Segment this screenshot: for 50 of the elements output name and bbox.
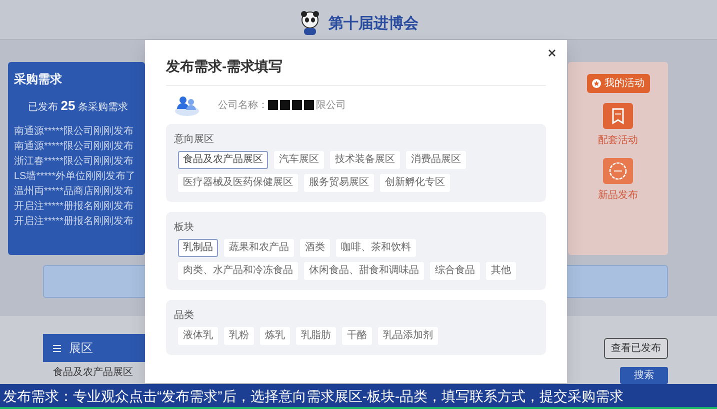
option-tag[interactable]: 乳制品 [178, 239, 218, 257]
my-activities-button[interactable]: 我的活动 [586, 74, 650, 93]
option-tag[interactable]: 乳脂肪 [296, 327, 336, 345]
demand-item[interactable]: LS墙*****外单位刚刚发布了 [14, 168, 139, 184]
demand-item[interactable]: 浙江春*****限公司刚刚发布 [14, 154, 139, 168]
logo-text: 第十届进博会 [328, 14, 418, 34]
option-tag[interactable]: 技术装备展区 [330, 151, 400, 169]
option-tag[interactable]: 医疗器械及医药保健展区 [178, 174, 298, 192]
close-icon [548, 49, 556, 58]
section-title: 品类 [174, 308, 195, 323]
panda-mascot-icon [298, 11, 320, 35]
option-tag[interactable]: 综合食品 [430, 262, 480, 280]
option-tag[interactable]: 消费品展区 [406, 151, 466, 169]
option-tag[interactable]: 汽车展区 [274, 151, 324, 169]
menu-icon [53, 344, 61, 352]
star-icon [592, 79, 600, 88]
demand-item[interactable]: 南通源*****限公司刚刚发布 [14, 138, 139, 154]
dialog-title: 发布需求-需求填写 [166, 40, 546, 86]
option-tag[interactable]: 炼乳 [260, 327, 290, 345]
option-tag[interactable]: 酒类 [300, 239, 330, 257]
published-count-text: 已发布 25 条采购需求 [28, 97, 130, 115]
company-label: 公司名称： [218, 98, 268, 112]
zone-title: 展区 [69, 340, 93, 357]
bookmark-icon [603, 103, 633, 129]
video-subtitle: 发布需求：专业观众点击“发布需求”后，选择意向需求展区-板块-品类，填写联系方式，提交采购需求 [0, 384, 717, 409]
option-tag[interactable]: 休闲食品、甜食和调味品 [304, 262, 424, 280]
section-title: 意向展区 [174, 132, 215, 147]
company-name-suffix: 限公司 [316, 98, 346, 112]
demand-item[interactable]: 开启注*****册报名刚刚发布 [14, 214, 139, 228]
option-tag[interactable]: 乳品添加剂 [378, 327, 438, 345]
panel-title: 采购需求 [14, 71, 63, 88]
demand-item[interactable]: 开启注*****册报名刚刚发布 [14, 198, 139, 214]
option-tag[interactable]: 服务贸易展区 [304, 174, 374, 192]
option-tag[interactable]: 其他 [486, 262, 516, 280]
option-tag[interactable]: 肉类、水产品和冷冻食品 [178, 262, 298, 280]
option-tag[interactable]: 蔬果和农产品 [224, 239, 294, 257]
option-tag[interactable]: 乳粉 [224, 327, 254, 345]
search-button[interactable]: 搜索 [620, 367, 668, 384]
option-tag[interactable]: 咖啡、茶和饮料 [336, 239, 416, 257]
section-title: 板块 [174, 220, 195, 235]
view-published-button[interactable]: 查看已发布 [604, 338, 668, 359]
company-users-icon [174, 94, 200, 116]
option-tag[interactable]: 干酪 [342, 327, 372, 345]
option-tag[interactable]: 液体乳 [178, 327, 218, 345]
option-tag[interactable]: 食品及农产品展区 [178, 151, 268, 169]
demand-item[interactable]: 温州両*****品商店刚刚发布 [14, 184, 139, 198]
zone-item[interactable]: 食品及农产品展区 [43, 362, 145, 383]
option-tag[interactable]: 创新孵化专区 [380, 174, 450, 192]
demand-item[interactable]: 南通源*****限公司刚刚发布 [14, 124, 139, 138]
new-badge-icon [603, 158, 633, 184]
